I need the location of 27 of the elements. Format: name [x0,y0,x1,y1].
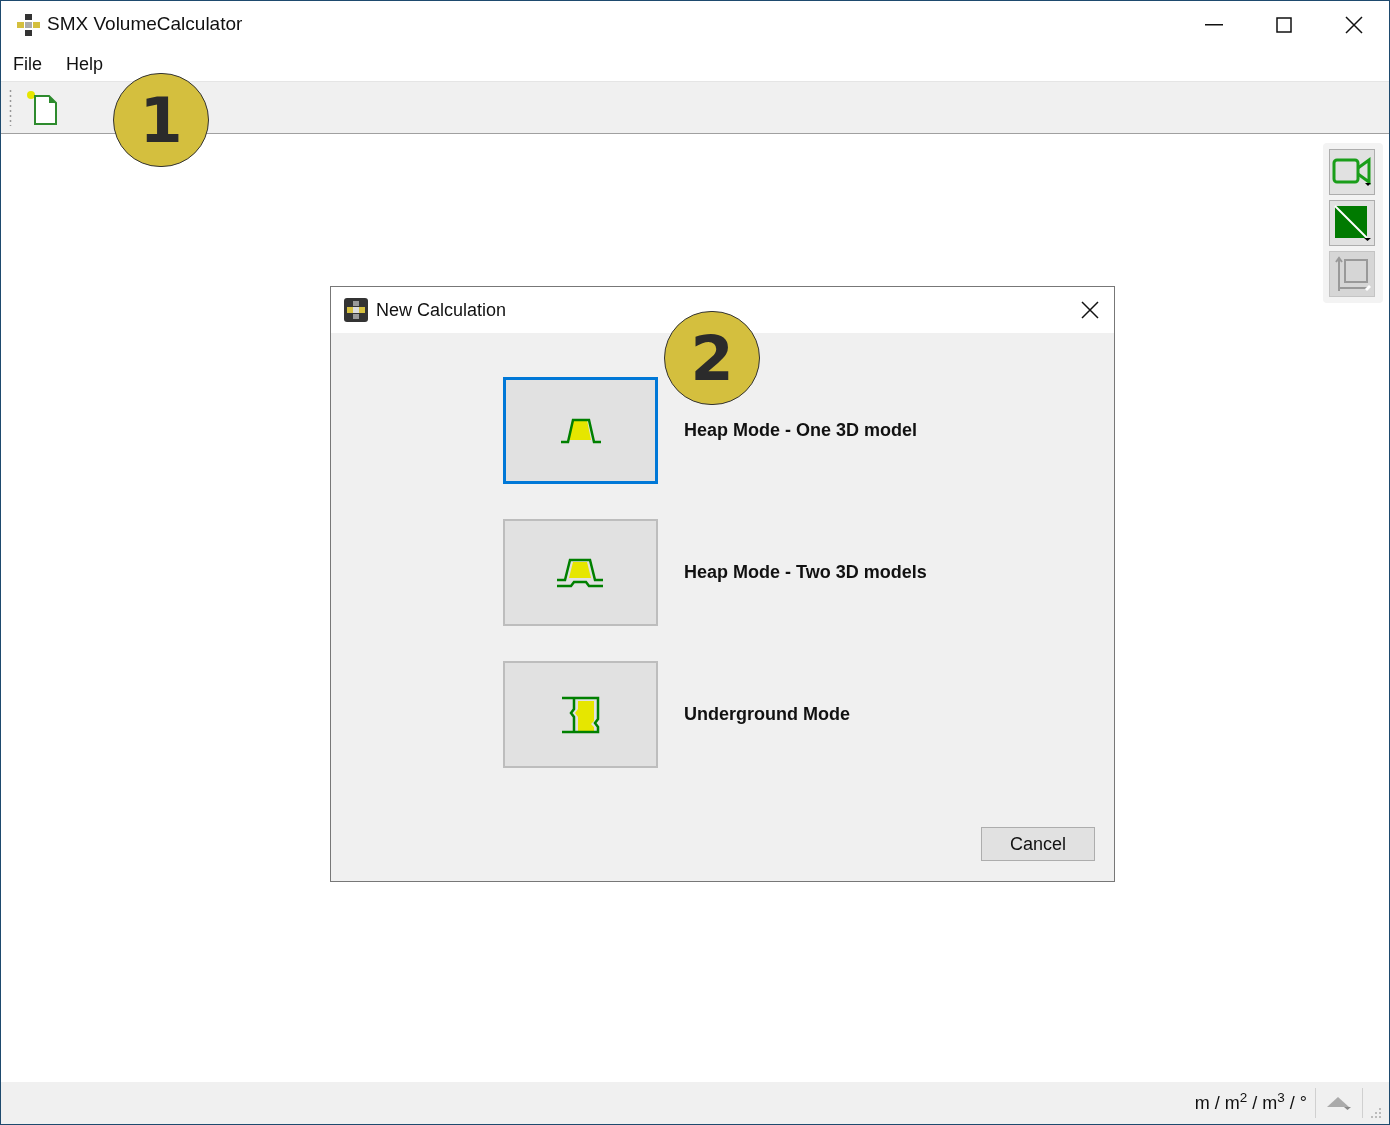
resize-grip-icon [1369,1106,1383,1120]
dialog-title: New Calculation [376,298,507,322]
mode-label: Heap Mode - Two 3D models [684,561,927,584]
window-title: SMX VolumeCalculator [47,12,243,37]
new-document-icon [25,89,59,126]
axes-button[interactable] [1329,251,1375,297]
up-triangle-icon [1326,1095,1352,1111]
shading-button[interactable] [1329,200,1375,246]
maximize-icon [1276,16,1292,33]
cancel-button[interactable]: Cancel [981,827,1095,861]
minimize-icon [1205,23,1223,26]
menu-item[interactable]: File [1,51,54,78]
app-logo-icon [17,13,41,36]
close-icon [1345,15,1363,34]
menu-item[interactable]: Help [54,51,116,78]
shaded-square-icon [1333,204,1371,242]
mode-label: Underground Mode [684,703,850,726]
close-icon [1081,301,1099,319]
app-logo-icon [344,298,368,322]
drag-handle-icon [9,87,12,128]
units-label: m / m$^{2}$ / m$^{3}$ / ° [1194,1089,1308,1115]
shaft-icon [559,694,602,735]
camera-button[interactable] [1329,149,1375,195]
mode-button[interactable] [503,377,658,484]
axes-icon [1333,255,1371,293]
mode-label: Heap Mode - One 3D model [684,419,918,442]
video-camera-icon [1332,156,1372,188]
